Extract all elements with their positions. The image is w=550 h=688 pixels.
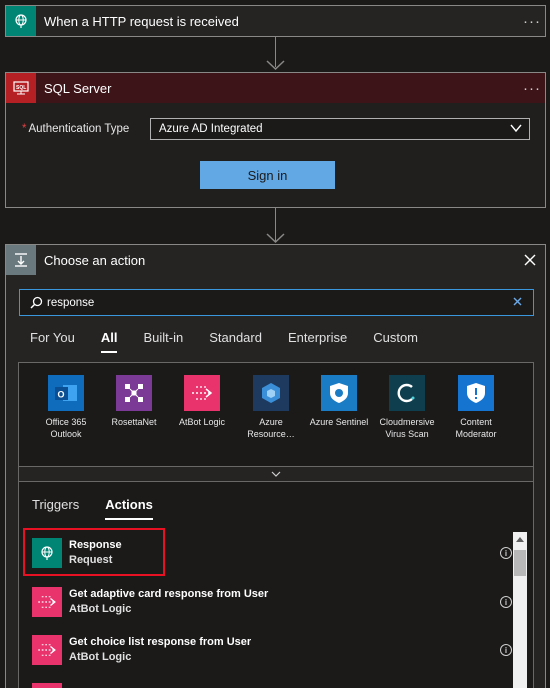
sql-server-icon: SQL	[6, 73, 36, 103]
action-name: Get choice list response from User	[69, 636, 252, 648]
http-trigger-title: When a HTTP request is received	[44, 13, 239, 29]
action-name: Get adaptive card response from User	[69, 588, 269, 600]
choose-action-header: Choose an action	[6, 245, 545, 275]
info-icon[interactable]: i	[500, 547, 512, 559]
globe-icon	[6, 6, 36, 36]
authentication-type-dropdown[interactable]: Azure AD Integrated	[150, 118, 530, 140]
arrow-down-icon	[266, 60, 285, 71]
actions-scrollbar[interactable]	[513, 532, 527, 688]
required-marker: *	[22, 123, 27, 135]
sql-server-header[interactable]: SQL SQL Server ···	[6, 73, 545, 103]
scroll-up-icon[interactable]	[513, 532, 527, 546]
arrow-down-icon	[266, 233, 285, 244]
action-connector: AtBot Logic	[69, 603, 132, 615]
action-row-partial[interactable]	[32, 680, 512, 688]
choose-action-title: Choose an action	[44, 252, 146, 268]
trigger-action-tabs: Triggers Actions	[32, 497, 179, 520]
connector-filter-tabs: For You All Built-in Standard Enterprise…	[30, 330, 444, 353]
sign-in-button[interactable]: Sign in	[200, 161, 335, 189]
http-trigger-header[interactable]: When a HTTP request is received ···	[6, 6, 545, 36]
search-input[interactable]: response	[19, 289, 534, 316]
search-value: response	[47, 296, 95, 309]
action-row-choice-list[interactable]: Get choice list response from User AtBot…	[32, 632, 512, 668]
connector-cloudmersive-virus-scan[interactable]: Cloudmersive Virus Scan	[374, 375, 440, 440]
connector-content-moderator[interactable]: Content Moderator	[443, 375, 509, 440]
connector-label: Cloudmersive Virus Scan	[379, 417, 435, 439]
tab-enterprise[interactable]: Enterprise	[288, 330, 347, 353]
action-connector: AtBot Logic	[69, 651, 132, 663]
connector-label: RosettaNet	[111, 417, 157, 427]
action-step-icon	[6, 245, 36, 275]
info-icon[interactable]: i	[500, 644, 512, 656]
atbot-icon	[32, 587, 62, 617]
atbot-icon	[32, 683, 62, 688]
action-row-adaptive-card[interactable]: Get adaptive card response from User AtB…	[32, 584, 512, 620]
authentication-type-row: * Authentication Type Azure AD Integrated	[22, 118, 530, 140]
tab-actions[interactable]: Actions	[105, 497, 153, 520]
tab-built-in[interactable]: Built-in	[143, 330, 183, 353]
chevron-down-icon	[271, 471, 281, 477]
sql-server-card[interactable]: SQL SQL Server ··· * Authentication Type …	[5, 72, 546, 208]
outlook-icon: O	[48, 375, 84, 411]
chevron-down-icon	[510, 124, 522, 133]
atbot-icon	[32, 635, 62, 665]
connector-label: Azure Sentinel	[309, 417, 369, 427]
authentication-type-text: Authentication Type	[28, 123, 130, 135]
expand-connectors-bar[interactable]	[19, 466, 533, 481]
connector-rosettanet[interactable]: RosettaNet	[101, 375, 167, 428]
clear-search-icon[interactable]	[512, 296, 523, 307]
svg-text:O: O	[58, 390, 65, 400]
sentinel-icon	[321, 375, 357, 411]
tab-standard[interactable]: Standard	[209, 330, 262, 353]
svg-text:SQL: SQL	[16, 85, 26, 91]
connector-office-365-outlook[interactable]: O Office 365 Outlook	[33, 375, 99, 440]
tab-triggers[interactable]: Triggers	[32, 497, 79, 520]
choose-action-card: Choose an action response For You All Bu…	[5, 244, 546, 688]
action-text: Get choice list response from User AtBot…	[69, 635, 500, 665]
tab-for-you[interactable]: For You	[30, 330, 75, 353]
highlight-box	[23, 528, 165, 576]
tab-custom[interactable]: Custom	[373, 330, 418, 353]
action-text: Get adaptive card response from User AtB…	[69, 587, 500, 617]
connector-label: AtBot Logic	[178, 417, 226, 427]
connector-atbot-logic[interactable]: AtBot Logic	[169, 375, 235, 428]
connector-label: Office 365 Outlook	[45, 417, 87, 439]
authentication-type-value: Azure AD Integrated	[159, 123, 263, 135]
connector-label: Azure Resource…	[247, 417, 295, 439]
shield-icon	[458, 375, 494, 411]
cloudmersive-icon	[389, 375, 425, 411]
http-trigger-card[interactable]: When a HTTP request is received ···	[5, 5, 546, 37]
connectors-panel: O Office 365 Outlook RosettaNet AtBot Lo…	[18, 362, 534, 482]
search-icon	[30, 296, 43, 309]
more-options-icon[interactable]: ···	[519, 80, 545, 97]
rosettanet-icon	[116, 375, 152, 411]
connector-label: Content Moderator	[455, 417, 497, 439]
connector-azure-resource[interactable]: Azure Resource…	[238, 375, 304, 440]
atbot-icon	[184, 375, 220, 411]
more-options-icon[interactable]: ···	[519, 13, 545, 30]
connector-azure-sentinel[interactable]: Azure Sentinel	[306, 375, 372, 428]
actions-list-panel: Triggers Actions Response Request i Get …	[18, 482, 534, 688]
scrollbar-thumb[interactable]	[514, 550, 526, 576]
authentication-type-label: * Authentication Type	[22, 123, 150, 135]
azure-resource-icon	[253, 375, 289, 411]
sql-server-title: SQL Server	[44, 80, 112, 96]
close-icon[interactable]	[515, 254, 545, 266]
tab-all[interactable]: All	[101, 330, 118, 353]
info-icon[interactable]: i	[500, 596, 512, 608]
